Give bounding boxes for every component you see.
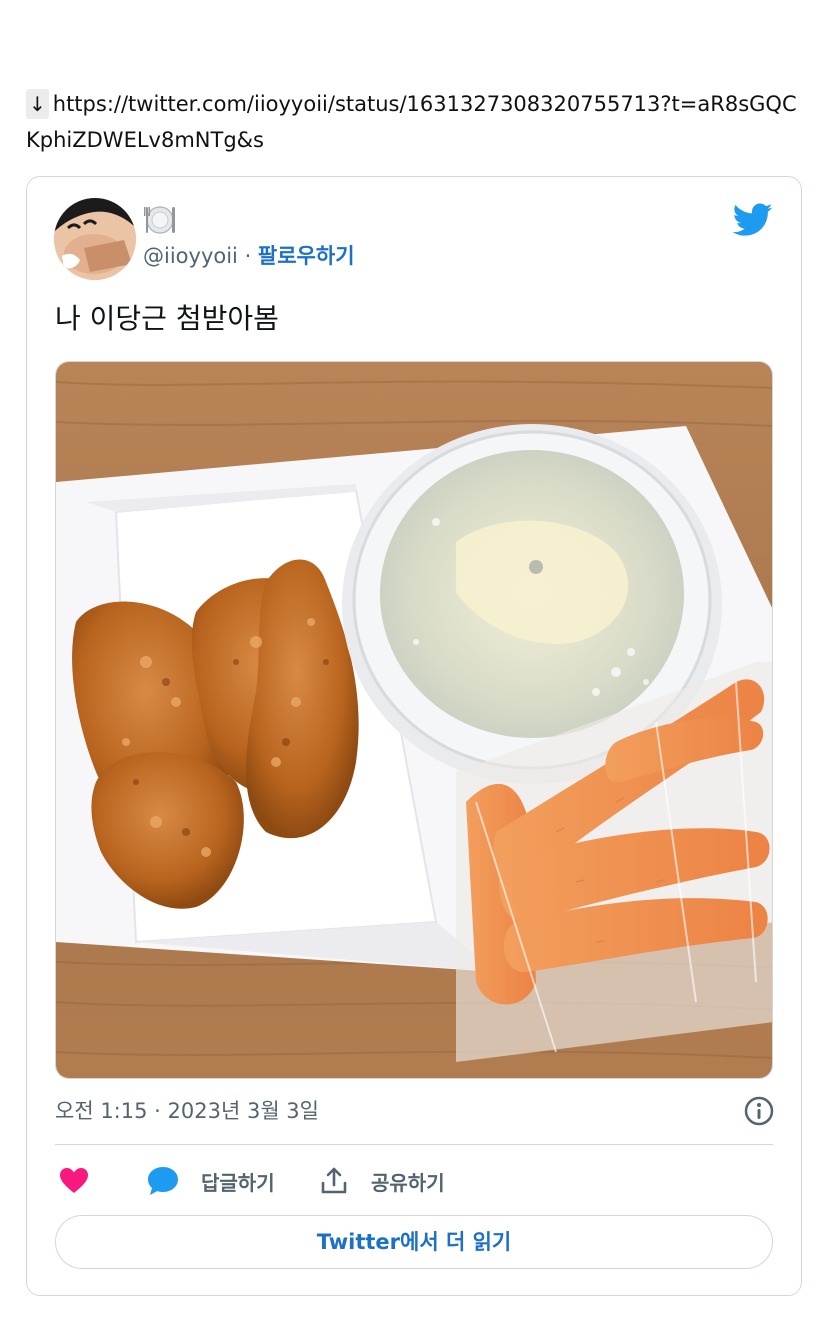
like-button[interactable]: [59, 1161, 89, 1201]
divider: [55, 1144, 773, 1145]
tweet-date[interactable]: 2023년 3월 3일: [168, 1099, 319, 1123]
embedded-tweet-card: @iioyyoii · 팔로우하기 나 이당근 첨받아봄 오전 1:15 · 2…: [26, 176, 802, 1296]
twitter-bird-icon[interactable]: [733, 203, 773, 237]
tweet-photo[interactable]: [55, 361, 773, 1079]
down-arrow-icon: ↓: [26, 89, 49, 119]
info-icon[interactable]: [743, 1095, 775, 1127]
user-handle-row: @iioyyoii · 팔로우하기: [143, 241, 355, 271]
tweet-url-link[interactable]: https://twitter.com/iioyyoii/status/1631…: [26, 92, 797, 152]
tweet-actions: 답글하기 공유하기: [55, 1161, 773, 1201]
share-label: 공유하기: [371, 1170, 445, 1195]
read-more-on-twitter-button[interactable]: Twitter에서 더 읽기: [55, 1215, 773, 1269]
reply-button[interactable]: 답글하기: [147, 1161, 275, 1201]
speech-bubble-icon: [148, 1167, 178, 1195]
tweet-text: 나 이당근 첨받아봄: [55, 302, 279, 335]
avatar[interactable]: [54, 198, 136, 280]
meta-separator: ·: [147, 1099, 168, 1123]
heart-icon: [60, 1168, 88, 1193]
tweet-time[interactable]: 오전 1:15: [55, 1099, 147, 1123]
separator-dot: ·: [237, 244, 258, 268]
user-handle[interactable]: @iioyyoii: [143, 244, 238, 268]
fork-and-knife-plate-icon: [144, 206, 175, 234]
shared-link-line: ↓ https://twitter.com/iioyyoii/status/163…: [26, 86, 806, 158]
share-button[interactable]: 공유하기: [319, 1161, 445, 1201]
reply-label: 답글하기: [201, 1170, 275, 1195]
tweet-meta-row: 오전 1:15 · 2023년 3월 3일: [55, 1093, 775, 1129]
follow-link[interactable]: 팔로우하기: [258, 244, 355, 268]
share-upload-icon: [321, 1167, 347, 1194]
